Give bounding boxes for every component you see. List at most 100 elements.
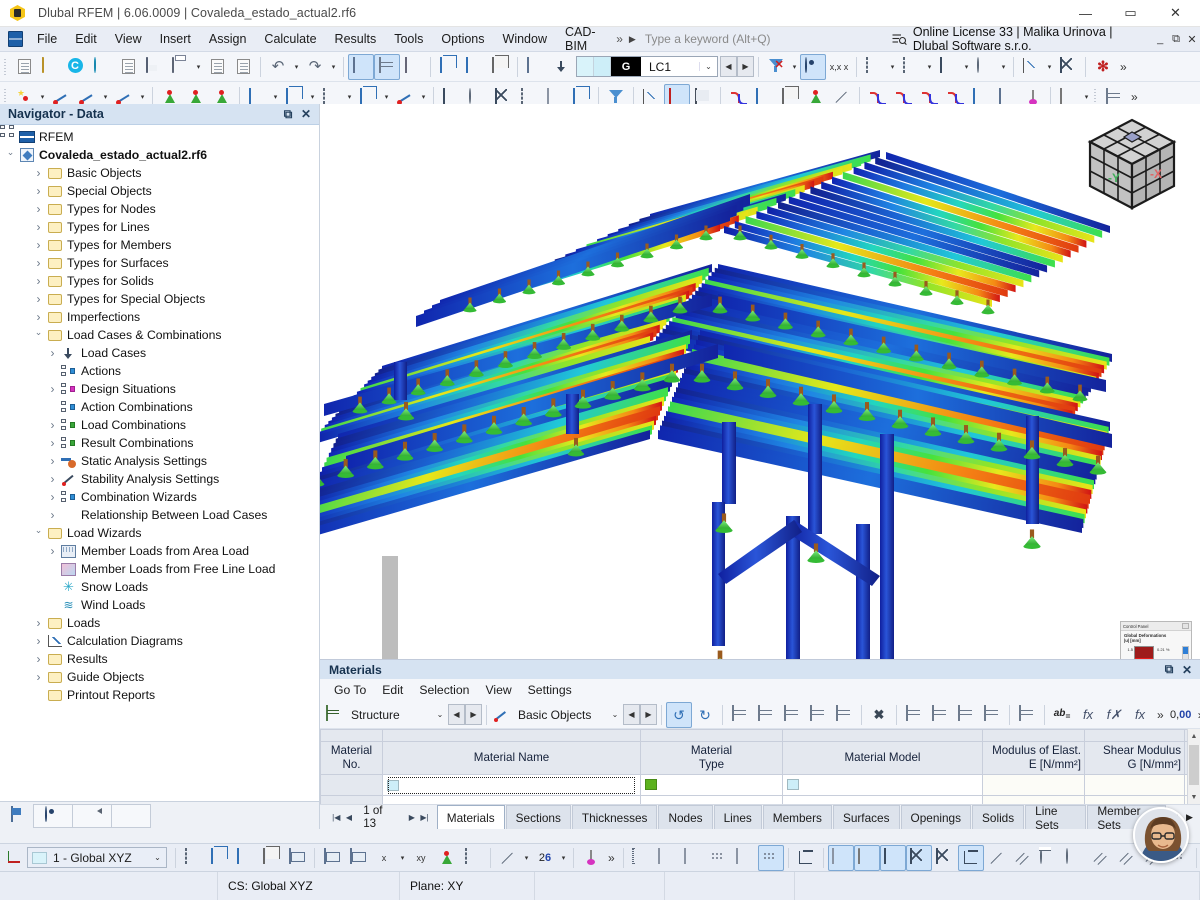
tree-expander-icon[interactable]	[32, 670, 45, 684]
materials-toolbar-overflow-2[interactable]: »	[1194, 708, 1200, 722]
pager-last-button[interactable]: ▶|	[418, 813, 431, 822]
snap-point-button[interactable]	[434, 845, 460, 871]
printout-report-button[interactable]	[230, 54, 256, 80]
tree-node-load-combinations[interactable]: Load Combinations	[0, 416, 319, 434]
scroll-down-arrow-icon[interactable]: ▼	[1188, 790, 1200, 804]
pager-prev-button[interactable]: ◀	[343, 813, 356, 822]
menu-window[interactable]: Window	[494, 29, 556, 49]
tree-expander-icon[interactable]	[32, 634, 45, 648]
load-case-dropdown-icon[interactable]: ⌄	[699, 62, 717, 71]
materials-menu-view[interactable]: View	[477, 681, 519, 699]
menu-cad-bim[interactable]: CAD-BIM	[556, 22, 612, 56]
load-case-display-button[interactable]	[522, 54, 548, 80]
objects-combo-caret-icon[interactable]: ⌄	[607, 710, 623, 719]
tree-expander-icon[interactable]	[46, 418, 59, 432]
settings-red-button[interactable]: ✻	[1090, 54, 1116, 80]
views-navigator-button[interactable]	[72, 803, 112, 828]
grid-snap-objects-button[interactable]	[706, 845, 732, 871]
menu-insert[interactable]: Insert	[151, 29, 200, 49]
tree-node-guide-objects[interactable]: Guide Objects	[0, 668, 319, 686]
menu-results[interactable]: Results	[326, 29, 386, 49]
model-expander-icon[interactable]	[4, 150, 17, 161]
vertical-guide-button[interactable]	[578, 845, 604, 871]
column-header-shear-modulus[interactable]: Shear Modulus G [N/mm²]	[1084, 741, 1185, 775]
text-format-button[interactable]: ab=	[1049, 702, 1075, 728]
print-caret-icon[interactable]: ▾	[193, 63, 204, 71]
pan-button[interactable]	[935, 54, 961, 80]
row-pager[interactable]: |◀ ◀ 1 of 13 ▶ ▶|	[324, 804, 437, 830]
user-avatar[interactable]	[1133, 807, 1189, 863]
new-model-button[interactable]	[11, 54, 37, 80]
row-info-button[interactable]	[831, 702, 857, 728]
zoom-caret-icon[interactable]: ▾	[924, 63, 935, 71]
tree-expander-icon[interactable]	[46, 490, 59, 504]
menu-file[interactable]: File	[28, 29, 66, 49]
results-caret-icon[interactable]: ▾	[1044, 63, 1055, 71]
tree-expander-icon[interactable]	[32, 274, 45, 288]
zoom-window-button[interactable]	[898, 54, 924, 80]
work-plane-button[interactable]	[319, 845, 345, 871]
open-model-button[interactable]	[37, 54, 63, 80]
decimals-button[interactable]: 0,00	[1168, 702, 1194, 728]
member-load-caret-icon[interactable]: ▾	[270, 93, 281, 101]
tree-node-calculation-diagrams[interactable]: Calculation Diagrams	[0, 632, 319, 650]
navigator-toggle-button[interactable]	[348, 53, 374, 80]
snap-tangent-button[interactable]	[984, 845, 1010, 871]
dimension-x-button[interactable]: x	[371, 845, 397, 871]
load-case-selector[interactable]: G LC1 ⌄	[576, 56, 718, 77]
tree-node-types-for-nodes[interactable]: Types for Nodes	[0, 200, 319, 218]
formula-delete-button[interactable]: f✗	[1101, 702, 1127, 728]
tree-expander-icon[interactable]	[46, 472, 59, 486]
tab-openings[interactable]: Openings	[900, 805, 972, 829]
grid-display-button[interactable]	[654, 845, 680, 871]
toolbar-grip[interactable]	[2, 57, 9, 77]
load-case-next-button[interactable]: ▶	[737, 56, 754, 77]
tab-lines[interactable]: Lines	[713, 805, 762, 829]
materials-menu-selection[interactable]: Selection	[411, 681, 477, 699]
cs-settings-button[interactable]	[284, 845, 310, 871]
tree-node-action-combinations[interactable]: Action Combinations	[0, 398, 319, 416]
menu-tools[interactable]: Tools	[385, 29, 432, 49]
search-list-icon[interactable]	[892, 33, 907, 46]
pager-first-button[interactable]: |◀	[330, 813, 343, 822]
pan-caret-icon[interactable]: ▾	[961, 63, 972, 71]
insert-left-button[interactable]	[953, 702, 979, 728]
tree-node-relationship-between-load-cases[interactable]: Relationship Between Load Cases	[0, 125, 319, 524]
visibility-button[interactable]	[800, 53, 826, 80]
cell-shear-modulus[interactable]	[1084, 774, 1185, 796]
menu-more-arrow-icon[interactable]: ▶	[627, 34, 642, 45]
tree-node-loads[interactable]: Loads	[0, 614, 319, 632]
tree-expander-icon[interactable]	[46, 346, 59, 360]
cell-material-model[interactable]	[782, 774, 983, 796]
imperfection-caret-icon[interactable]: ▾	[418, 93, 429, 101]
structure-combo[interactable]: Structure ⌄	[344, 704, 448, 725]
tab-materials[interactable]: Materials	[436, 805, 505, 829]
tree-node-member-loads-from-free-line-load[interactable]: Member Loads from Free Line Load	[0, 560, 319, 578]
structural-model-render[interactable]	[320, 104, 1200, 690]
table-layout-button[interactable]	[753, 702, 779, 728]
tree-expander-icon[interactable]	[32, 256, 45, 270]
undo-button[interactable]: ↶	[265, 54, 291, 80]
select-objects-button[interactable]	[861, 54, 887, 80]
tree-expander-icon[interactable]	[32, 184, 45, 198]
tree-node-stability-analysis-settings[interactable]: Stability Analysis Settings	[0, 470, 319, 488]
tree-node-snow-loads[interactable]: ✳ Snow Loads	[0, 578, 319, 596]
color-scale-caret-icon[interactable]: ▾	[1081, 93, 1092, 101]
snap-midpoint-button[interactable]	[905, 844, 932, 871]
navigator-close-button[interactable]: ✕	[297, 107, 315, 121]
snap-parallel-button[interactable]	[1010, 845, 1036, 871]
measure-button[interactable]	[495, 845, 521, 871]
app-minimize-button[interactable]: _	[1152, 27, 1168, 52]
objects-next-button[interactable]: ▶	[640, 704, 657, 725]
tree-node-basic-objects[interactable]: Basic Objects	[0, 164, 319, 182]
table-empty-row[interactable]	[320, 795, 1200, 804]
load-import-button[interactable]	[548, 54, 574, 80]
tree-node-types-for-solids[interactable]: Types for Solids	[0, 272, 319, 290]
column-header-material-name[interactable]: Material Name	[382, 741, 641, 775]
grid-snap-toggle[interactable]	[628, 845, 654, 871]
tree-node-actions[interactable]: Actions	[0, 362, 319, 380]
toolbar-overflow-button[interactable]: »	[1116, 60, 1131, 74]
work-plane-grid-button[interactable]	[345, 845, 371, 871]
display-navigator-button[interactable]	[33, 803, 73, 828]
new-printout-report-button[interactable]	[204, 54, 230, 80]
